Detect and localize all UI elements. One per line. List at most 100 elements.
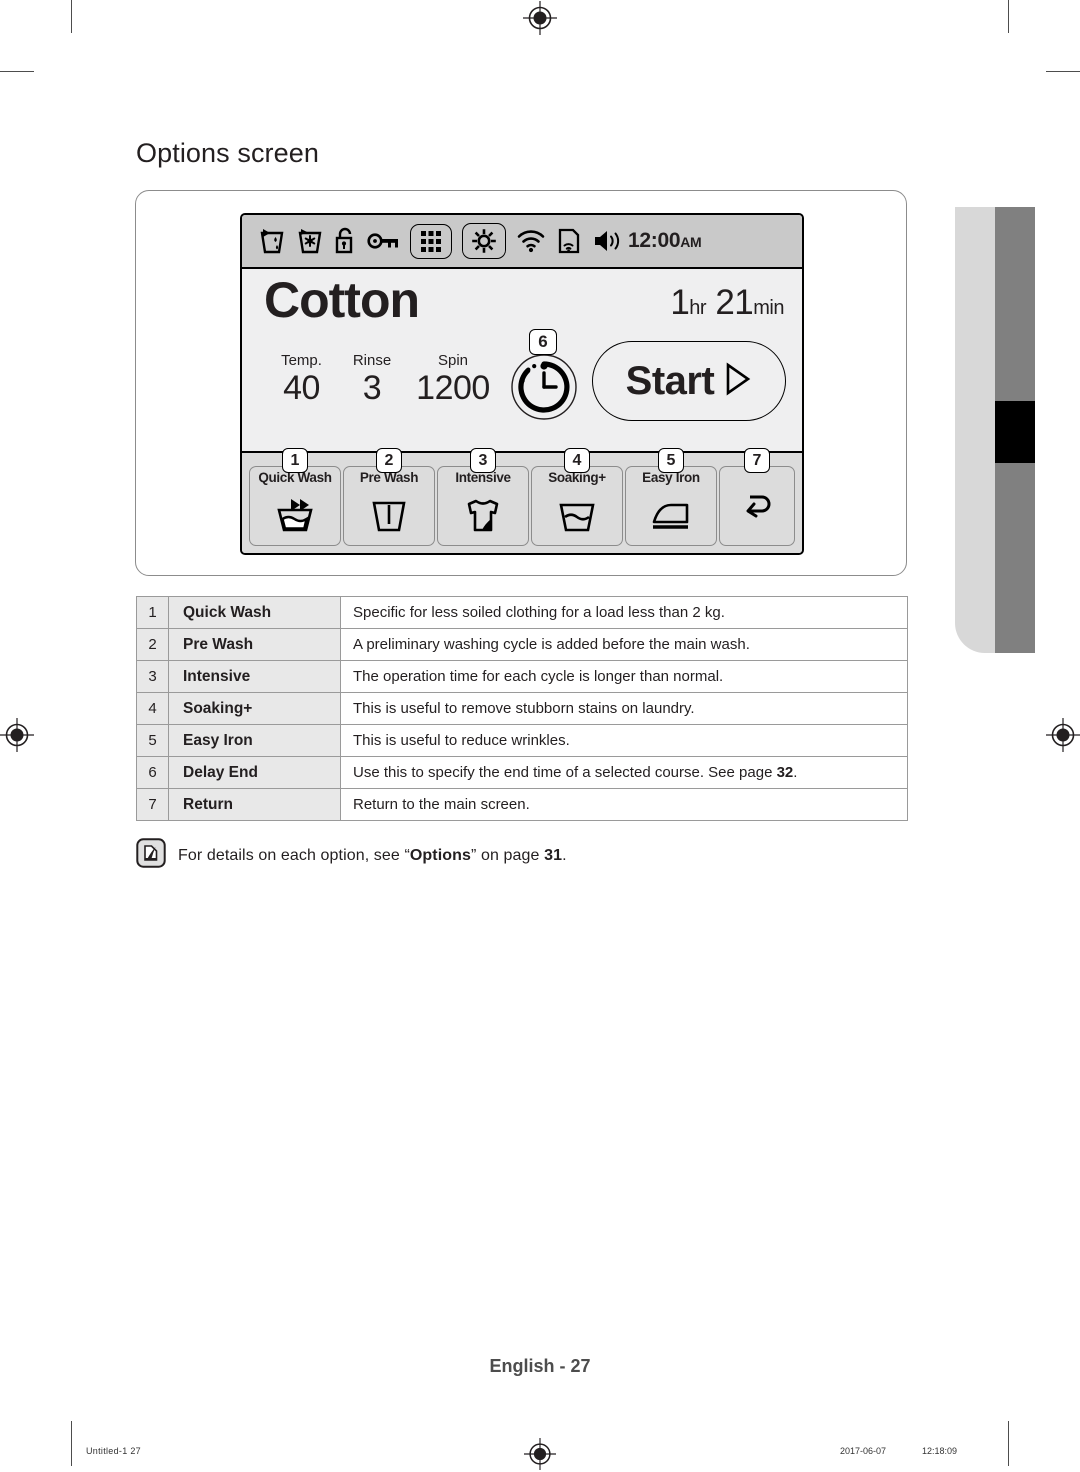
table-row: 5 Easy Iron This is useful to reduce wri… — [136, 724, 908, 757]
intensive-shirt-icon — [461, 486, 505, 545]
table-cell-description: This is useful to reduce wrinkles. — [340, 724, 908, 757]
callout-1: 1 — [282, 448, 308, 473]
delay-end-button[interactable]: 6 — [507, 329, 581, 421]
note-pencil-icon — [136, 838, 166, 873]
note-bold-options: Options — [409, 846, 472, 864]
chapter-thumb-tab — [955, 207, 1055, 653]
delay-end-clock-icon — [507, 354, 581, 425]
keypad-grid-icon[interactable] — [410, 223, 452, 259]
setting-temperature-value: 40 — [283, 368, 320, 407]
note-text: For details on each option, see “Options… — [178, 847, 567, 865]
table-cell-description: Use this to specify the end time of a se… — [340, 756, 908, 789]
table-cell-number: 2 — [136, 628, 169, 661]
status-bar-clock: 12:00AM — [628, 229, 702, 253]
cycle-settings-row: Temp. 40 Rinse 3 Spin 1200 — [264, 352, 501, 407]
description-page-number: 32 — [776, 764, 794, 781]
table-cell-number: 4 — [136, 692, 169, 725]
description-suffix: . — [793, 764, 798, 781]
setting-spin-label: Spin — [437, 352, 469, 369]
note-middle: ” on page — [471, 846, 545, 864]
callout-2: 2 — [376, 448, 402, 473]
table-cell-number: 5 — [136, 724, 169, 757]
wifi-icon — [516, 228, 546, 254]
callout-4: 4 — [564, 448, 590, 473]
page-title: Options screen — [136, 138, 319, 168]
print-strip-right-rule — [1008, 1440, 1009, 1466]
crop-mark-top-left-horizontal — [0, 71, 34, 72]
washing-machine-display: 12:00AM Cotton 1hr 21min Temp. 40 Rinse … — [240, 213, 804, 555]
crop-mark-top-right-horizontal — [1046, 71, 1080, 72]
option-button-quick-wash[interactable]: 1 Quick Wash — [249, 448, 341, 546]
table-row: 2 Pre Wash A preliminary washing cycle i… — [136, 628, 908, 661]
print-strip-date: 2017-06-07 — [840, 1446, 887, 1456]
option-button-return[interactable]: 7 — [719, 448, 795, 546]
table-cell-description: This is useful to remove stubborn stains… — [340, 692, 908, 725]
return-arrow-icon — [740, 470, 774, 545]
registration-mark-left-center — [0, 718, 34, 752]
description-text: Use this to specify the end time of a se… — [353, 764, 777, 781]
print-strip-registration-mark — [524, 1438, 556, 1472]
course-name: Cotton — [264, 272, 420, 328]
play-triangle-icon — [724, 362, 752, 401]
display-main-readout: Cotton 1hr 21min Temp. 40 Rinse 3 Spin 1… — [242, 269, 802, 449]
table-cell-number: 6 — [136, 756, 169, 789]
setting-temperature-label: Temp. — [281, 352, 322, 369]
option-button-soaking-plus[interactable]: 4 Soaking+ — [531, 448, 623, 546]
table-cell-number: 3 — [136, 660, 169, 693]
print-metadata-strip: Untitled-1 27 2017-06-07 12:18:09 — [0, 1438, 1080, 1472]
display-option-button-row: 1 Quick Wash 2 Pre Wash 3 Intensive 4 So… — [242, 448, 802, 553]
remaining-hours: 1 — [670, 283, 690, 322]
callout-3: 3 — [470, 448, 496, 473]
registration-mark-right-center — [1046, 718, 1080, 752]
remaining-minutes: 21 — [715, 283, 754, 322]
smart-control-icon — [556, 226, 582, 256]
callout-7: 7 — [744, 448, 770, 473]
status-time-value: 12:00 — [628, 229, 681, 252]
setting-rinse-value: 3 — [362, 368, 382, 407]
table-cell-option-name: Soaking+ — [168, 692, 341, 725]
thumb-tab-light-band — [955, 207, 995, 653]
page-footer: English - 27 — [489, 1356, 591, 1376]
crop-mark-top-left-vertical — [71, 0, 72, 33]
note-suffix: . — [562, 846, 567, 864]
gear-icon[interactable] — [462, 223, 506, 259]
setting-spin[interactable]: Spin 1200 — [405, 352, 501, 407]
volume-icon — [592, 228, 624, 254]
print-strip-left-rule — [71, 1440, 72, 1466]
pre-wash-basin-icon — [367, 486, 411, 545]
start-button[interactable]: Start — [592, 341, 786, 421]
table-cell-number: 7 — [136, 788, 169, 821]
remaining-time: 1hr 21min — [670, 283, 784, 323]
table-row: 4 Soaking+ This is useful to remove stub… — [136, 692, 908, 725]
options-description-table: 1 Quick Wash Specific for less soiled cl… — [136, 596, 908, 821]
note-prefix: For details on each option, see “ — [178, 846, 410, 864]
setting-rinse-label: Rinse — [352, 352, 392, 369]
table-cell-number: 1 — [136, 596, 169, 629]
crop-mark-top-right-vertical — [1008, 0, 1009, 33]
print-strip-time: 12:18:09 — [922, 1446, 958, 1456]
table-cell-description: A preliminary washing cycle is added bef… — [340, 628, 908, 661]
table-cell-option-name: Quick Wash — [168, 596, 341, 629]
registration-mark-top-center — [523, 1, 557, 35]
status-time-ampm: AM — [680, 234, 702, 250]
option-button-easy-iron[interactable]: 5 Easy Iron — [625, 448, 717, 546]
remaining-hours-unit: hr — [689, 297, 707, 319]
thumb-tab-chapter-marker — [995, 401, 1035, 463]
note-line: For details on each option, see “Options… — [136, 838, 567, 873]
setting-spin-value: 1200 — [416, 368, 490, 407]
table-cell-option-name: Return — [168, 788, 341, 821]
option-button-intensive[interactable]: 3 Intensive — [437, 448, 529, 546]
display-status-bar: 12:00AM — [242, 215, 802, 269]
remaining-minutes-unit: min — [753, 297, 784, 319]
unlock-icon — [334, 226, 356, 256]
table-cell-option-name: Pre Wash — [168, 628, 341, 661]
table-cell-option-name: Intensive — [168, 660, 341, 693]
option-button-pre-wash[interactable]: 2 Pre Wash — [343, 448, 435, 546]
table-cell-option-name: Easy Iron — [168, 724, 341, 757]
callout-5: 5 — [658, 448, 684, 473]
setting-rinse[interactable]: Rinse 3 — [339, 352, 405, 407]
callout-6: 6 — [529, 329, 557, 355]
soaking-basin-icon — [554, 486, 600, 545]
table-row: 3 Intensive The operation time for each … — [136, 660, 908, 693]
setting-temperature[interactable]: Temp. 40 — [264, 352, 339, 407]
